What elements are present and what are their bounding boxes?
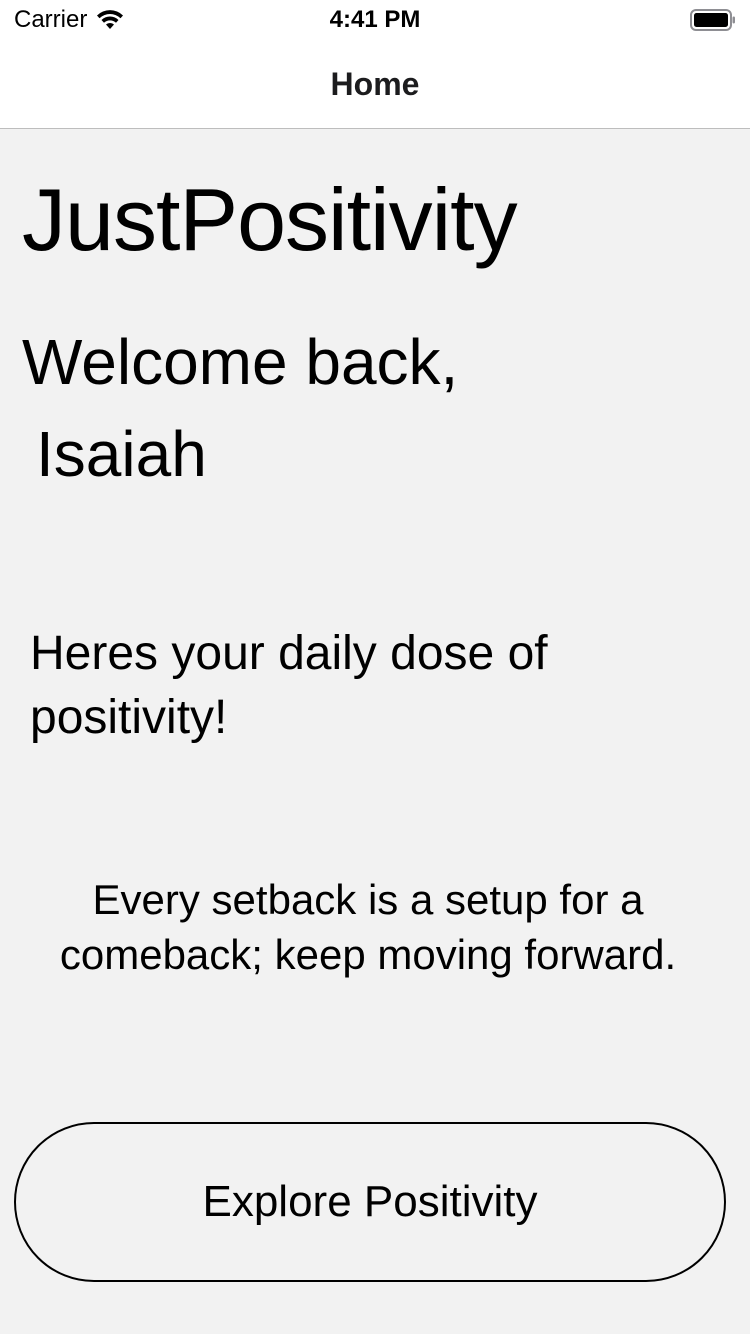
positivity-quote: Every setback is a setup for a comeback;… [59, 876, 677, 978]
user-name: Isaiah [36, 418, 207, 490]
clock: 4:41 PM [329, 6, 421, 33]
welcome-text: Welcome back, [22, 326, 459, 398]
battery-full-icon [690, 9, 735, 31]
status-bar: Carrier 4:41 PM [0, 0, 750, 40]
home-screen: Carrier 4:41 PM Home JustPositivity Welc… [0, 0, 750, 1334]
nav-title: Home [330, 66, 420, 102]
app-title: JustPositivity [22, 170, 518, 269]
explore-positivity-button[interactable]: Explore Positivity [14, 1122, 726, 1282]
daily-dose-text: Heres your daily dose of positivity! [30, 627, 548, 744]
header: Carrier 4:41 PM Home [0, 0, 750, 129]
